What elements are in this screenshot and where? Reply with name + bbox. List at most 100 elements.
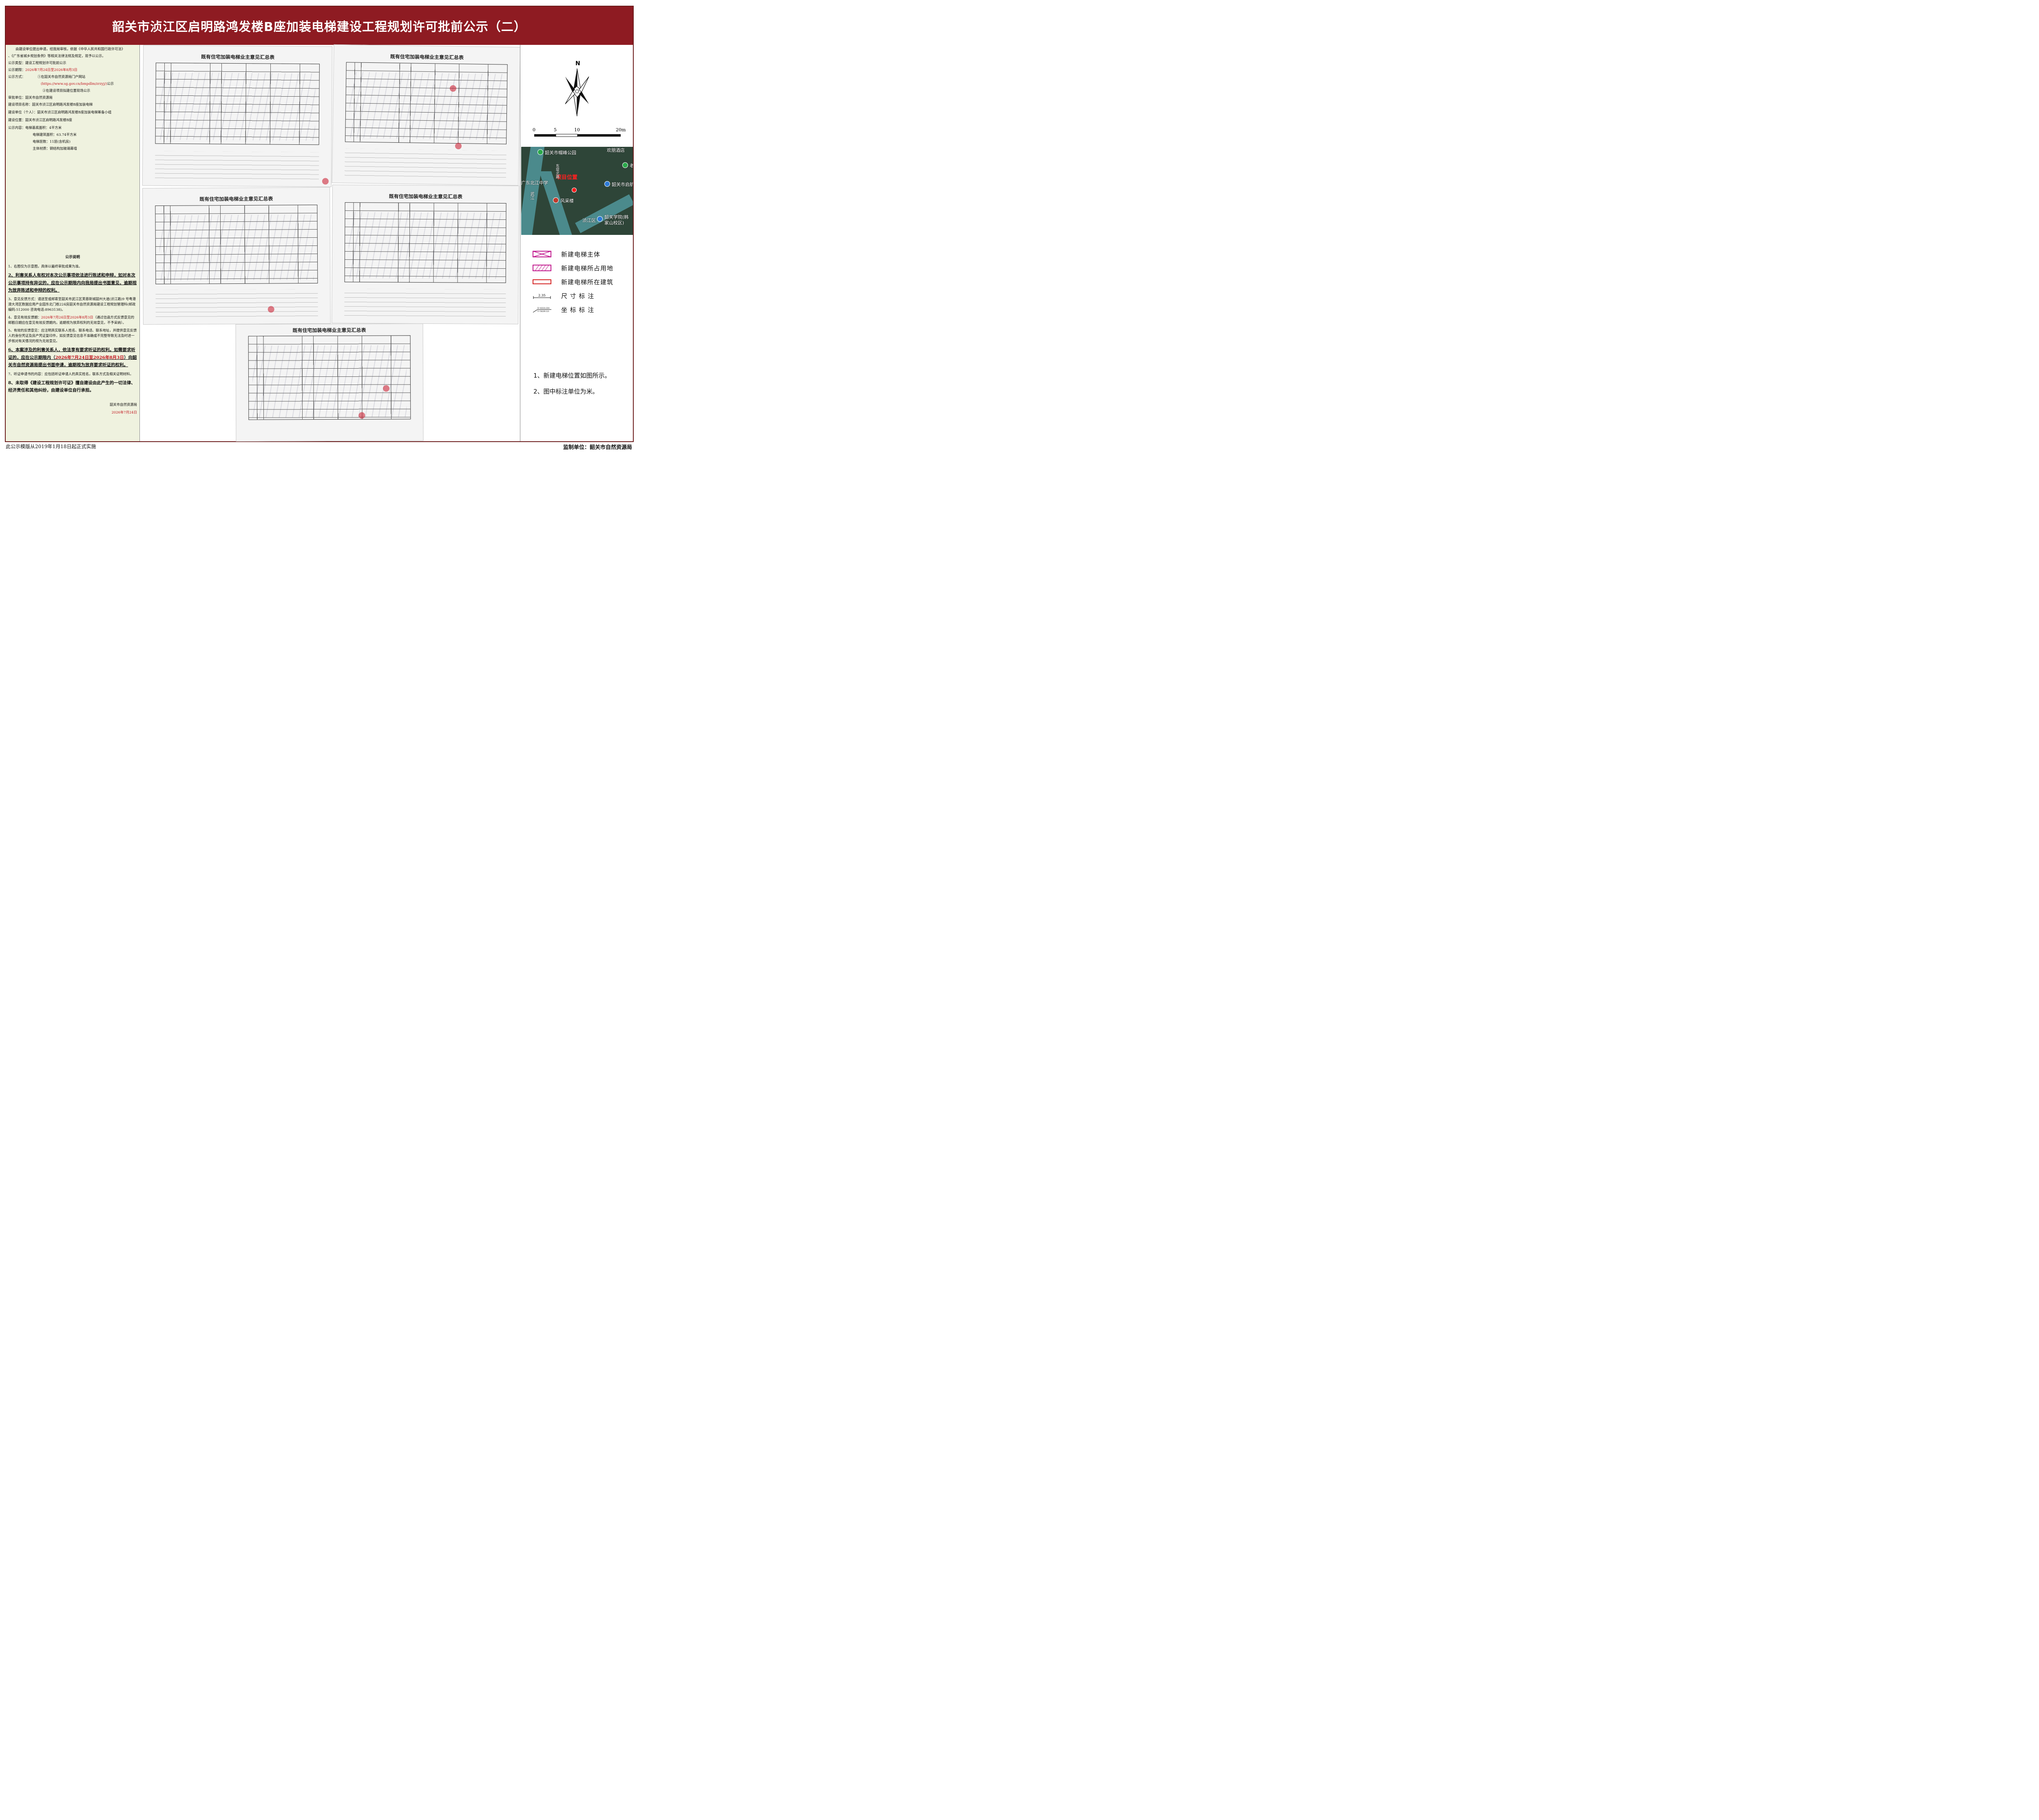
coord-x-value: X=43331.034 xyxy=(537,307,549,309)
scale-label-10: 10 xyxy=(574,127,580,133)
north-arrow-icon xyxy=(565,68,589,117)
sheet-2-title: 既有住宅加装电梯业主意见汇总表 xyxy=(390,53,464,61)
template-note: 此公示模版从2019年1月18日起正式实施 xyxy=(6,444,96,449)
location: 建设位置：韶关市浈江区启明路鸿发楼B座 xyxy=(8,118,72,122)
fingerprint-stamp xyxy=(455,142,462,150)
sheet-3-footer xyxy=(155,289,318,319)
map-label-hotel: 欢朋酒店 xyxy=(607,148,625,153)
legend-label-4: 尺 寸 标 注 xyxy=(561,292,595,300)
map-label-park: 韶关市帽峰公园 xyxy=(545,150,576,155)
library-poi-icon[interactable] xyxy=(604,181,610,187)
method-url-line: (https://www.sg.gov.cn/bmpdlm/zrzyj/)公示 xyxy=(8,81,137,86)
content-2: 电梯建筑面积：63.74平方米 xyxy=(33,133,77,137)
location-map[interactable]: 韶关市帽峰公园 欢朋酒店 老 广东北江中学 项目位置 韶关市启航 风采楼 浈江区… xyxy=(521,147,633,235)
scale-label-20: 20m xyxy=(616,127,626,133)
n4-period: 2026年7月24日至2026年8月3日 xyxy=(41,315,93,320)
notice-item-4: 4、意见有效反馈期：2026年7月24日至2026年8月3日（通过信函方式反馈意… xyxy=(8,315,137,325)
sheet-3-handwriting xyxy=(159,215,314,281)
opinion-sheet-2: 既有住宅加装电梯业主意见汇总表 xyxy=(332,44,521,186)
building-legend-icon xyxy=(533,279,551,284)
opinion-sheet-3: 既有住宅加装电梯业主意见汇总表 xyxy=(142,187,331,325)
notice-section-title: 公示说明 xyxy=(65,255,80,260)
opinion-sheet-4: 既有住宅加装电梯业主意见汇总表 xyxy=(332,184,519,325)
coordinate-legend-icon: X=43331.034 Y=58209.321 xyxy=(533,307,551,313)
sheet-2-handwriting xyxy=(349,72,504,140)
legend-item-elevator-body: 新建电梯主体 xyxy=(533,250,600,259)
scale-label-5: 5 xyxy=(554,127,557,133)
river-wujiang xyxy=(521,147,545,235)
n6-period: 2026年7月24日至2026年8月3日 xyxy=(55,355,124,360)
legend: 新建电梯主体 新建电梯所占用地 新建电梯所在建筑 2.35 尺 寸 标 注 X=… xyxy=(520,245,633,326)
diagram-note-2: 2、图中标注单位为米。 xyxy=(533,388,599,395)
method-url-suffix: 公示 xyxy=(107,82,114,86)
fingerprint-stamp xyxy=(383,385,390,392)
map-label-road: 东堤北路 xyxy=(555,164,559,179)
method-url[interactable]: (https://www.sg.gov.cn/bmpdlm/zrzyj/) xyxy=(41,82,107,86)
legend-item-dimension: 2.35 尺 寸 标 注 xyxy=(533,291,594,300)
elevator-body-legend-icon xyxy=(533,251,551,257)
project-name: 建设项目名称：韶关市浈江区启明路鸿发楼B座加装电梯 xyxy=(8,102,93,107)
sheet-4-title: 既有住宅加装电梯业主意见汇总表 xyxy=(389,193,462,200)
approver: 审批单位：韶关市自然资源局 xyxy=(8,95,53,100)
notice-item-8: 8、未取得《建设工程规划许可证》擅自建设由此产生的一切法律、经济责任和其他纠纷，… xyxy=(8,380,135,393)
sheet-1-handwriting xyxy=(159,72,316,141)
legend-item-coordinate: X=43331.034 Y=58209.321 坐 标 标 注 xyxy=(533,305,594,314)
sheet-5-handwriting xyxy=(252,345,407,418)
notice-item-1: 1、右图仅为示意图，具体以最终审批成果为准。 xyxy=(8,264,82,269)
sheet-4-handwriting xyxy=(348,212,502,279)
fingerprint-stamp xyxy=(358,412,365,419)
map-label-college: 韶关学院(韩家山校区) xyxy=(604,215,629,226)
dimension-legend-icon: 2.35 xyxy=(533,294,551,299)
poi-green-icon[interactable] xyxy=(622,162,628,168)
building-poi-icon[interactable] xyxy=(553,197,559,203)
sheet-1-title: 既有住宅加装电梯业主意见汇总表 xyxy=(201,54,275,60)
north-label: N xyxy=(575,60,580,67)
opinion-sheet-5: 既有住宅加装电梯业主意见汇总表 xyxy=(235,323,424,442)
notice-item-5: 5、有效的反馈意见：应注明真实联系人姓名、联系电话、联系地址，并提供意见反馈人的… xyxy=(8,328,137,343)
notice-item-6: 6、本案涉及的利害关系人，依法享有要求听证的权利。如需要求听证的，应在公示期限内… xyxy=(8,346,137,369)
sheet-3-title: 既有住宅加装电梯业主意见汇总表 xyxy=(199,196,273,202)
fingerprint-stamp xyxy=(268,306,274,313)
north-arrow-and-scale: N 0 5 10 20m xyxy=(533,60,626,137)
intro-line-1: 由建设单位提出申请，经我局审核，依据《中华人民共和国行政许可法》 xyxy=(15,47,125,51)
content-4: 主体材质：钢结构加玻璃幕墙 xyxy=(33,146,77,151)
project-location-pin-icon[interactable] xyxy=(572,188,577,192)
college-poi-icon[interactable] xyxy=(597,216,603,222)
left-info-panel: 由建设单位提出申请，经我局审核，依据《中华人民共和国行政许可法》 、《广东省城乡… xyxy=(6,45,140,441)
river-beijiang xyxy=(575,194,633,233)
notice-type: 公示类型：建设工程规划许可批前公示 xyxy=(8,60,137,66)
opinion-sheet-1: 既有住宅加装电梯业主意见汇总表 xyxy=(142,45,333,187)
title-bar: 韶关市浈江区启明路鸿发楼B座加装电梯建设工程规划许可批前公示（二） xyxy=(6,7,633,45)
sign-org: 韶关市自然资源局 xyxy=(110,402,137,407)
content-1: 公示内容：电梯基底面积：4平方米 xyxy=(8,126,62,130)
notice-period: 公示期限：2026年7月24日至2026年8月3日 xyxy=(8,67,137,73)
type-label: 公示类型： xyxy=(8,61,25,65)
fingerprint-stamp xyxy=(322,178,329,185)
page-title: 韶关市浈江区启明路鸿发楼B座加装电梯建设工程规划许可批前公示（二） xyxy=(112,20,526,34)
notice-item-2: 2、利害关系人有权对本次公示事项依法进行陈述和申辩，如对本次公示事项持有异议的，… xyxy=(8,273,137,293)
coord-y-value: Y=58209.321 xyxy=(537,310,549,312)
sheet-1-footer xyxy=(155,151,319,181)
dimension-value: 2.35 xyxy=(538,294,546,297)
map-label-river: 武江 xyxy=(529,192,534,200)
method-1: ①在韶关市自然资源局门户网站 xyxy=(37,75,86,79)
scale-label-0: 0 xyxy=(533,127,535,133)
legend-label-1: 新建电梯主体 xyxy=(561,250,601,258)
map-label-old: 老 xyxy=(630,163,633,168)
scale-bar xyxy=(534,134,621,137)
method-2: ②在建设项目拟建位置现场公示 xyxy=(42,88,91,93)
map-label-library: 韶关市启航 xyxy=(612,182,633,187)
park-poi-icon[interactable] xyxy=(537,149,543,155)
supervisor-unit: 监制单位：韶关市自然资源局 xyxy=(563,444,632,451)
builder: 建设单位（个人）：韶关市浈江区启明路鸿发楼B座加装电梯筹备小组 xyxy=(8,110,112,115)
type-value: 建设工程规划许可批前公示 xyxy=(25,61,66,65)
notice-item-3: 3、意见反馈方式：请送至或邮寄至韶关市武江区芙蓉新城韶州大道(浈江路)9 号粤港… xyxy=(8,297,136,312)
legend-label-2: 新建电梯所占用地 xyxy=(561,264,614,272)
opinion-sheets-panel: 既有住宅加装电梯业主意见汇总表 既有住宅加装电梯业主意见汇总表 既有住宅加装电梯… xyxy=(140,44,521,442)
legend-label-5: 坐 标 标 注 xyxy=(561,306,595,314)
sheet-4-footer xyxy=(344,288,506,318)
diagram-notes: 1、新建电梯位置如图所示。 2、图中标注单位为米。 xyxy=(533,368,611,400)
sheet-2-footer xyxy=(344,148,506,179)
map-label-district: 浈江区 xyxy=(582,218,596,223)
period-label: 公示期限： xyxy=(8,68,25,72)
